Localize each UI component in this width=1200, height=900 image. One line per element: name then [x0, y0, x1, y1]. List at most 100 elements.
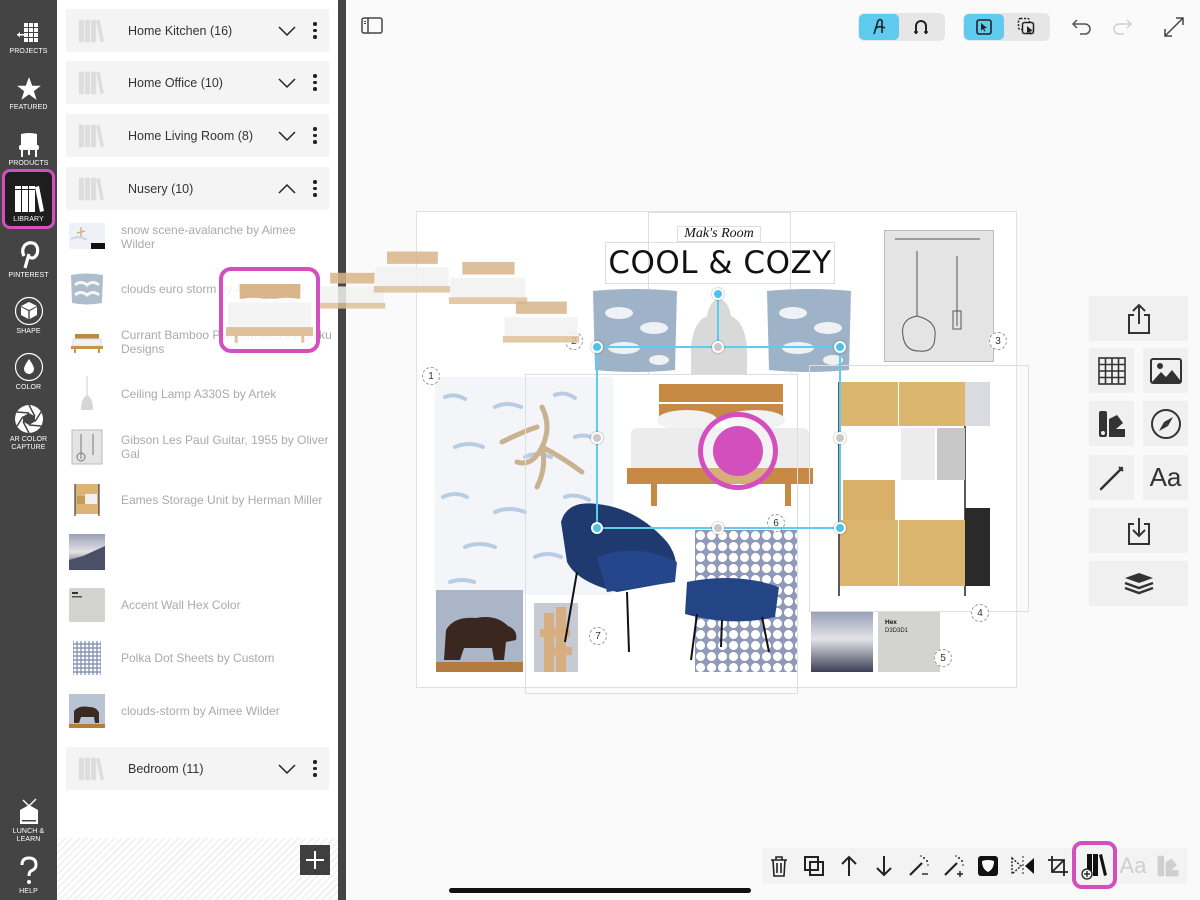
- crop-button[interactable]: [1041, 848, 1075, 884]
- more-options-icon[interactable]: [307, 124, 323, 148]
- image-button[interactable]: [1143, 348, 1188, 393]
- pencil-button[interactable]: [1089, 455, 1134, 500]
- layers-button[interactable]: [1089, 561, 1188, 606]
- resize-handle-right[interactable]: [834, 432, 846, 444]
- group-badge[interactable]: 4: [971, 604, 989, 622]
- library-item[interactable]: Gibson Les Paul Guitar, 1955 by Oliver G…: [66, 421, 336, 473]
- rail-pinterest[interactable]: PINTEREST: [2, 226, 55, 282]
- bring-forward-button[interactable]: [832, 848, 866, 884]
- redo-button[interactable]: [1108, 13, 1136, 41]
- sidebar-toggle-button[interactable]: [360, 15, 384, 37]
- add-to-library-icon: [1080, 854, 1107, 880]
- restore-background-button[interactable]: [937, 848, 971, 884]
- remove-background-button[interactable]: [902, 848, 936, 884]
- library-item[interactable]: Eames Storage Unit by Herman Miller: [66, 474, 336, 526]
- guitar-patent-print[interactable]: [884, 230, 994, 362]
- resize-handle-bottom-right[interactable]: [834, 522, 846, 534]
- resize-handle-left[interactable]: [591, 432, 603, 444]
- accent-wall-swatch[interactable]: Hex D3D3D1: [878, 612, 940, 672]
- group-badge[interactable]: 6: [767, 514, 785, 532]
- more-options-icon[interactable]: [307, 71, 323, 95]
- rail-help[interactable]: HELP: [2, 846, 55, 898]
- library-item[interactable]: Accent Wall Hex Color: [66, 579, 336, 631]
- resize-handle-top-left[interactable]: [591, 341, 603, 353]
- library-item[interactable]: Ceiling Lamp A330S by Artek: [66, 368, 336, 420]
- mask-button[interactable]: [971, 848, 1005, 884]
- delete-button[interactable]: [762, 848, 796, 884]
- group-badge[interactable]: 1: [422, 367, 440, 385]
- resize-handle-bottom-left[interactable]: [591, 522, 603, 534]
- select-button[interactable]: [964, 14, 1004, 40]
- rail-shape[interactable]: SHAPE: [2, 282, 55, 338]
- undo-button[interactable]: [1068, 13, 1096, 41]
- color-swatch-button[interactable]: [1151, 848, 1185, 884]
- more-options-icon[interactable]: [307, 757, 323, 781]
- text-style-button[interactable]: Aa: [1116, 848, 1150, 884]
- rail-color[interactable]: COLOR: [2, 338, 55, 394]
- add-to-library-button[interactable]: [1072, 841, 1117, 889]
- multi-select-button[interactable]: [1006, 14, 1048, 40]
- rail-library[interactable]: LIBRARY: [2, 169, 55, 229]
- chevron-down-icon[interactable]: [275, 124, 299, 148]
- folder-nursery[interactable]: Nusery (10): [66, 167, 329, 210]
- droplet-icon: [14, 352, 43, 382]
- item-label: Eames Storage Unit by Herman Miller: [121, 493, 323, 507]
- group-badge[interactable]: 3: [989, 332, 1007, 350]
- rail-label: HELP: [19, 888, 38, 895]
- resize-handle-top[interactable]: [712, 341, 724, 353]
- folder-name: Bedroom (11): [128, 761, 204, 776]
- more-options-icon[interactable]: [307, 177, 323, 201]
- bear-image[interactable]: [436, 590, 523, 672]
- fullscreen-button[interactable]: [1160, 13, 1188, 41]
- add-folder-button[interactable]: [300, 845, 330, 875]
- import-button[interactable]: [1089, 508, 1188, 553]
- folder-home-office[interactable]: Home Office (10): [66, 61, 329, 104]
- chevron-down-icon[interactable]: [275, 19, 299, 43]
- library-books-icon: [78, 71, 104, 94]
- send-backward-button[interactable]: [867, 848, 901, 884]
- drag-ghost-item[interactable]: [219, 267, 320, 353]
- resize-handle-bottom[interactable]: [712, 522, 724, 534]
- library-item[interactable]: clouds-storm by Aimee Wilder: [66, 685, 336, 737]
- item-thumbnail: [69, 694, 105, 728]
- landscape-photo[interactable]: [811, 612, 873, 672]
- snap-magnet-button[interactable]: [900, 14, 942, 40]
- grid-button[interactable]: [1089, 348, 1134, 393]
- duplicate-button[interactable]: [797, 848, 831, 884]
- chevron-up-icon[interactable]: [275, 177, 299, 201]
- cloud-pillow-right-image[interactable]: [763, 288, 855, 373]
- text-style-icon: Aa: [1119, 853, 1147, 878]
- folder-bedroom[interactable]: Bedroom (11): [66, 747, 329, 790]
- library-item[interactable]: [66, 526, 336, 578]
- rail-label: COLOR: [15, 384, 42, 391]
- library-item[interactable]: Polka Dot Sheets by Custom: [66, 632, 336, 684]
- subtitle-text-box[interactable]: Mak's Room: [677, 226, 761, 242]
- share-button[interactable]: [1089, 296, 1188, 341]
- text-button[interactable]: Aa: [1143, 455, 1188, 500]
- rail-projects[interactable]: PROJECTS: [2, 2, 55, 58]
- rail-ar-color-capture[interactable]: AR COLOR CAPTURE: [2, 398, 55, 454]
- ceiling-lamp-image[interactable]: [681, 288, 757, 378]
- group-badge[interactable]: 7: [589, 627, 607, 645]
- freehand-mode-button[interactable]: [859, 14, 899, 40]
- compass-button[interactable]: [1143, 401, 1188, 446]
- library-item[interactable]: snow scene-avalanche by Aimee Wilder: [66, 211, 336, 263]
- title-text-box[interactable]: COOL & COZY: [605, 242, 835, 284]
- rotate-handle[interactable]: [712, 288, 724, 300]
- cloud-pillow-left-image[interactable]: [589, 288, 681, 373]
- chevron-down-icon[interactable]: [275, 71, 299, 95]
- flip-button[interactable]: [1006, 848, 1040, 884]
- resize-handle-top-right[interactable]: [834, 341, 846, 353]
- item-label: Ceiling Lamp A330S by Artek: [121, 387, 277, 401]
- more-options-icon[interactable]: [307, 19, 323, 43]
- rail-featured[interactable]: FEATURED: [2, 58, 55, 114]
- rail-products[interactable]: PRODUCTS: [2, 114, 55, 170]
- swatch-button[interactable]: [1089, 401, 1134, 446]
- folder-home-kitchen[interactable]: Home Kitchen (16): [66, 9, 329, 52]
- item-thumbnail: [73, 641, 101, 675]
- app-root: PROJECTS FEATURED PRODUCTS LIBRARY PINTE…: [0, 0, 1200, 900]
- chevron-down-icon[interactable]: [275, 757, 299, 781]
- folder-home-living-room[interactable]: Home Living Room (8): [66, 114, 329, 157]
- rail-lunch-learn[interactable]: LUNCH & LEARN: [2, 790, 55, 846]
- group-badge[interactable]: 5: [934, 649, 952, 667]
